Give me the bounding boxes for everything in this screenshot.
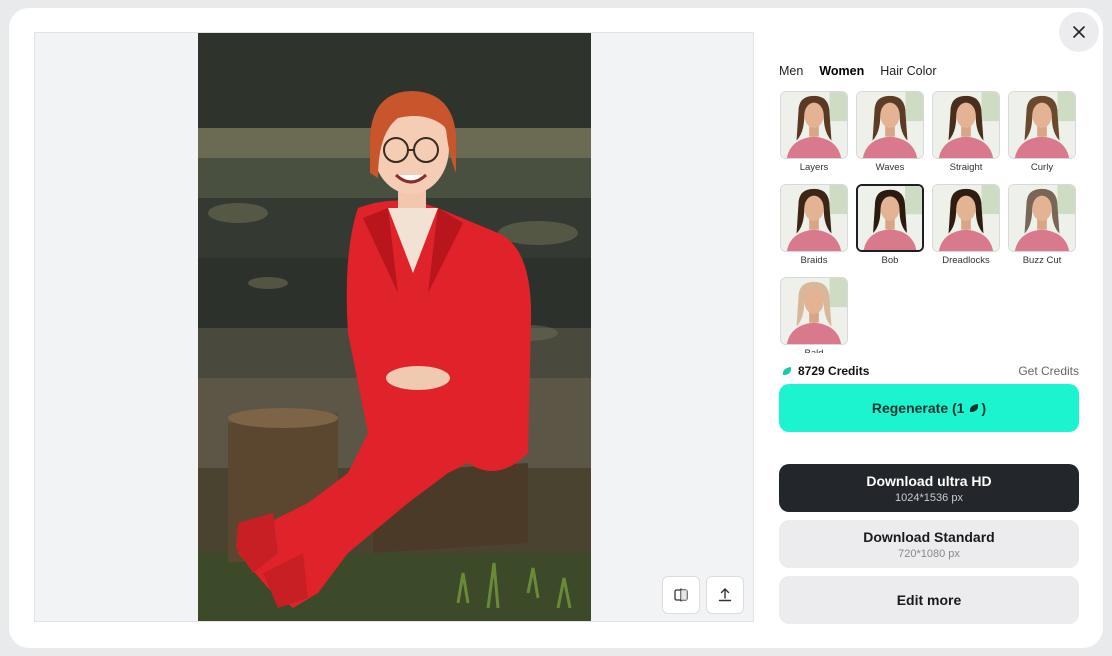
hairstyle-option[interactable]: Waves bbox=[856, 91, 924, 173]
hairstyle-option[interactable]: Braids bbox=[780, 184, 848, 266]
leaf-icon bbox=[970, 404, 979, 412]
download-standard-size: 720*1080 px bbox=[898, 547, 960, 560]
hairstyle-option[interactable]: Curly bbox=[1008, 91, 1076, 173]
download-hd-size: 1024*1536 px bbox=[895, 491, 963, 504]
hairstyle-label: Layers bbox=[799, 162, 829, 173]
hairstyle-thumbnail bbox=[780, 277, 848, 345]
download-hd-title: Download ultra HD bbox=[866, 472, 992, 489]
hairstyle-label: Braids bbox=[800, 255, 828, 266]
close-button[interactable] bbox=[1059, 12, 1099, 52]
tab-men[interactable]: Men bbox=[779, 64, 803, 78]
hairstyle-thumbnail bbox=[856, 184, 924, 252]
hairstyle-thumbnail bbox=[932, 184, 1000, 252]
download-standard-title: Download Standard bbox=[863, 528, 995, 545]
tab-hair-color[interactable]: Hair Color bbox=[880, 64, 936, 78]
credits-balance: 8729 Credits bbox=[781, 364, 869, 378]
compare-button[interactable] bbox=[662, 576, 700, 614]
hairstyle-option[interactable]: Dreadlocks bbox=[932, 184, 1000, 266]
result-photo bbox=[198, 33, 591, 621]
hairstyle-option[interactable]: Straight bbox=[932, 91, 1000, 173]
hairstyle-thumbnail bbox=[780, 184, 848, 252]
edit-more-button[interactable]: Edit more bbox=[779, 576, 1079, 624]
share-button[interactable] bbox=[706, 576, 744, 614]
hairstyle-thumbnail bbox=[1008, 184, 1076, 252]
upload-icon bbox=[718, 588, 732, 602]
regenerate-suffix: ) bbox=[981, 400, 987, 416]
hairstyle-option[interactable]: Bob bbox=[856, 184, 924, 266]
regenerate-button[interactable]: Regenerate (1 ) bbox=[779, 384, 1079, 432]
leaf-icon bbox=[782, 367, 792, 375]
hairstyle-label: Dreadlocks bbox=[942, 255, 990, 266]
hairstyle-thumbnail bbox=[780, 91, 848, 159]
hairstyle-option[interactable]: Bald bbox=[780, 277, 848, 353]
regenerate-label: Regenerate (1 bbox=[871, 400, 965, 416]
image-preview bbox=[34, 32, 754, 622]
download-standard-button[interactable]: Download Standard 720*1080 px bbox=[779, 520, 1079, 568]
credits-amount: 8729 Credits bbox=[798, 364, 870, 378]
hairstyle-label: Bob bbox=[881, 255, 899, 266]
hairstyle-label: Buzz Cut bbox=[1022, 255, 1062, 266]
hairstyle-label: Curly bbox=[1030, 162, 1054, 173]
category-tabs: Men Women Hair Color bbox=[779, 64, 937, 78]
hairstyle-thumbnail bbox=[1008, 91, 1076, 159]
tab-women[interactable]: Women bbox=[819, 64, 864, 78]
hairstyle-thumbnail bbox=[856, 91, 924, 159]
hairstyle-option[interactable]: Layers bbox=[780, 91, 848, 173]
hairstyle-option[interactable]: Buzz Cut bbox=[1008, 184, 1076, 266]
hairstyle-label: Bald bbox=[780, 348, 848, 353]
edit-more-label: Edit more bbox=[896, 592, 962, 608]
hairstyle-grid: Layers Waves Straight Curly Braids Bob Dreadlo… bbox=[780, 91, 1080, 353]
hairstyle-thumbnail bbox=[932, 91, 1000, 159]
download-ultra-hd-button[interactable]: Download ultra HD 1024*1536 px bbox=[779, 464, 1079, 512]
get-credits-link[interactable]: Get Credits bbox=[1018, 364, 1079, 378]
compare-icon bbox=[674, 588, 688, 602]
close-icon bbox=[1073, 26, 1085, 38]
hairstyle-label: Waves bbox=[875, 162, 905, 173]
hairstyle-label: Straight bbox=[949, 162, 983, 173]
